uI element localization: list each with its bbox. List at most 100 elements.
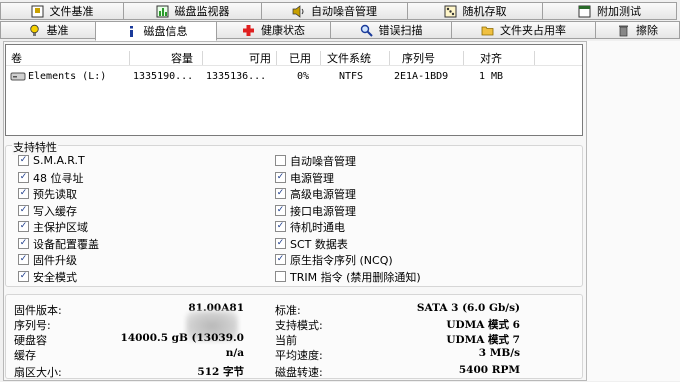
checkbox[interactable] bbox=[275, 188, 286, 199]
standard-label: 标准: bbox=[275, 304, 301, 317]
checkbox[interactable] bbox=[18, 172, 29, 183]
cell-used: 0% bbox=[297, 71, 310, 82]
column-divider[interactable] bbox=[389, 51, 390, 65]
column-divider[interactable] bbox=[320, 51, 321, 65]
checkbox[interactable] bbox=[18, 238, 29, 249]
tab-label: 自动噪音管理 bbox=[311, 5, 377, 18]
checkbox[interactable] bbox=[275, 205, 286, 216]
column-divider[interactable] bbox=[276, 51, 277, 65]
col-used[interactable]: 已用 bbox=[289, 50, 311, 66]
feature-sct[interactable]: SCT 数据表 bbox=[275, 236, 348, 251]
checkbox[interactable] bbox=[18, 254, 29, 265]
feature-label: 接口电源管理 bbox=[290, 204, 356, 218]
feature-label: SCT 数据表 bbox=[290, 237, 348, 251]
feature-interface-pm[interactable]: 接口电源管理 bbox=[275, 203, 356, 218]
file-benchmark-icon bbox=[31, 5, 44, 18]
table-row[interactable]: Elements (L:) 1335190... 1335136... 0% N… bbox=[6, 69, 582, 86]
tab-label: 磁盘信息 bbox=[143, 25, 188, 38]
checkbox[interactable] bbox=[18, 155, 29, 166]
tab-label: 磁盘监视器 bbox=[174, 5, 230, 18]
checkbox[interactable] bbox=[275, 238, 286, 249]
feature-label: 主保护区域 bbox=[33, 220, 88, 234]
col-alignment[interactable]: 对齐 bbox=[480, 50, 502, 66]
speaker-icon bbox=[292, 4, 305, 18]
sector-size-value: 512 字节 bbox=[197, 366, 244, 378]
tab-label: 附加测试 bbox=[597, 5, 641, 18]
cell-serial: 2E1A-1BD9 bbox=[394, 71, 449, 82]
average-speed-label: 平均速度: bbox=[275, 349, 323, 362]
tab-health[interactable]: 健康状态 bbox=[216, 21, 331, 39]
feature-write-cache[interactable]: 写入缓存 bbox=[18, 203, 77, 218]
tab-erase[interactable]: 擦除 bbox=[595, 21, 680, 39]
checkbox[interactable] bbox=[18, 188, 29, 199]
average-speed-value: 3 MB/s bbox=[478, 347, 520, 359]
feature-ncq[interactable]: 原生指令序列 (NCQ) bbox=[275, 252, 393, 267]
col-filesystem[interactable]: 文件系统 bbox=[327, 50, 371, 66]
checkbox[interactable] bbox=[18, 205, 29, 216]
feature-label: 原生指令序列 (NCQ) bbox=[290, 253, 393, 267]
feature-read-ahead[interactable]: 预先读取 bbox=[18, 186, 77, 201]
tab-disk-monitor[interactable]: 磁盘监视器 bbox=[123, 2, 262, 20]
tab-auto-noise[interactable]: 自动噪音管理 bbox=[261, 2, 408, 20]
feature-label: 预先读取 bbox=[33, 187, 77, 201]
feature-label: 高级电源管理 bbox=[290, 187, 356, 201]
feature-power-management[interactable]: 电源管理 bbox=[275, 170, 334, 185]
col-volume[interactable]: 卷 bbox=[11, 50, 22, 66]
checkbox[interactable] bbox=[275, 172, 286, 183]
tab-row-bottom: 基准 磁盘信息 健康状态 错误扫描 文件夹占用率 擦除 bbox=[0, 21, 680, 41]
column-divider[interactable] bbox=[463, 51, 464, 65]
feature-firmware-upgrade[interactable]: 固件升级 bbox=[18, 252, 77, 267]
drive-list[interactable]: 卷 容量 可用 已用 文件系统 序列号 对齐 Elements (L:) 133… bbox=[5, 44, 583, 136]
feature-aam[interactable]: 自动噪音管理 bbox=[275, 153, 356, 168]
tab-disk-info[interactable]: 磁盘信息 bbox=[95, 21, 217, 41]
feature-apm[interactable]: 高级电源管理 bbox=[275, 186, 356, 201]
cell-capacity: 1335190... bbox=[133, 71, 194, 82]
checkbox[interactable] bbox=[275, 221, 286, 232]
column-divider[interactable] bbox=[534, 51, 535, 65]
cache-value: n/a bbox=[225, 347, 244, 359]
tab-file-benchmark[interactable]: 文件基准 bbox=[0, 2, 124, 20]
col-available[interactable]: 可用 bbox=[249, 50, 271, 66]
feature-security-mode[interactable]: 安全模式 bbox=[18, 269, 77, 284]
folder-icon bbox=[481, 24, 494, 37]
lightbulb-icon bbox=[28, 24, 41, 37]
feature-label: 自动噪音管理 bbox=[290, 154, 356, 168]
feature-label: 电源管理 bbox=[290, 171, 334, 185]
tab-row-top: 文件基准 磁盘监视器 自动噪音管理 随机存取 附加测试 bbox=[0, 2, 677, 22]
checkbox[interactable] bbox=[18, 271, 29, 282]
tab-error-scan[interactable]: 错误扫描 bbox=[330, 21, 452, 39]
tab-benchmark[interactable]: 基准 bbox=[0, 21, 96, 39]
random-access-icon bbox=[444, 5, 457, 18]
serial-label: 序列号: bbox=[14, 319, 51, 332]
feature-smart[interactable]: S.M.A.R.T bbox=[18, 153, 85, 168]
rotation-speed-value: 5400 RPM bbox=[458, 364, 520, 376]
tab-folder-usage[interactable]: 文件夹占用率 bbox=[451, 21, 596, 39]
tab-extra-tests[interactable]: 附加测试 bbox=[542, 2, 677, 20]
feature-label: 写入缓存 bbox=[33, 204, 77, 218]
feature-48bit[interactable]: 48 位寻址 bbox=[18, 170, 84, 185]
column-divider[interactable] bbox=[129, 51, 130, 65]
checkbox[interactable] bbox=[275, 155, 286, 166]
col-capacity[interactable]: 容量 bbox=[171, 50, 193, 66]
feature-hpa[interactable]: 主保护区域 bbox=[18, 219, 88, 234]
tab-label: 擦除 bbox=[636, 24, 658, 37]
feature-dco[interactable]: 设备配置覆盖 bbox=[18, 236, 99, 251]
checkbox[interactable] bbox=[275, 254, 286, 265]
pane-right-area bbox=[587, 41, 680, 381]
feature-label: TRIM 指令 (禁用删除通知) bbox=[290, 270, 421, 284]
feature-puis[interactable]: 待机时通电 bbox=[275, 219, 345, 234]
feature-label: 固件升级 bbox=[33, 253, 77, 267]
feature-trim[interactable]: TRIM 指令 (禁用删除通知) bbox=[275, 269, 421, 284]
sector-size-label: 扇区大小: bbox=[14, 366, 62, 379]
firmware-label: 固件版本: bbox=[14, 304, 62, 317]
cell-alignment: 1 MB bbox=[479, 71, 504, 82]
cell-available: 1335136... bbox=[206, 71, 267, 82]
checkbox[interactable] bbox=[275, 271, 286, 282]
col-serial[interactable]: 序列号 bbox=[402, 50, 435, 66]
column-divider[interactable] bbox=[202, 51, 203, 65]
feature-label: 待机时通电 bbox=[290, 220, 345, 234]
checkbox[interactable] bbox=[18, 221, 29, 232]
tab-random-access[interactable]: 随机存取 bbox=[407, 2, 543, 20]
supported-mode-value: UDMA 模式 6 bbox=[446, 319, 520, 331]
tab-label: 错误扫描 bbox=[378, 24, 423, 37]
